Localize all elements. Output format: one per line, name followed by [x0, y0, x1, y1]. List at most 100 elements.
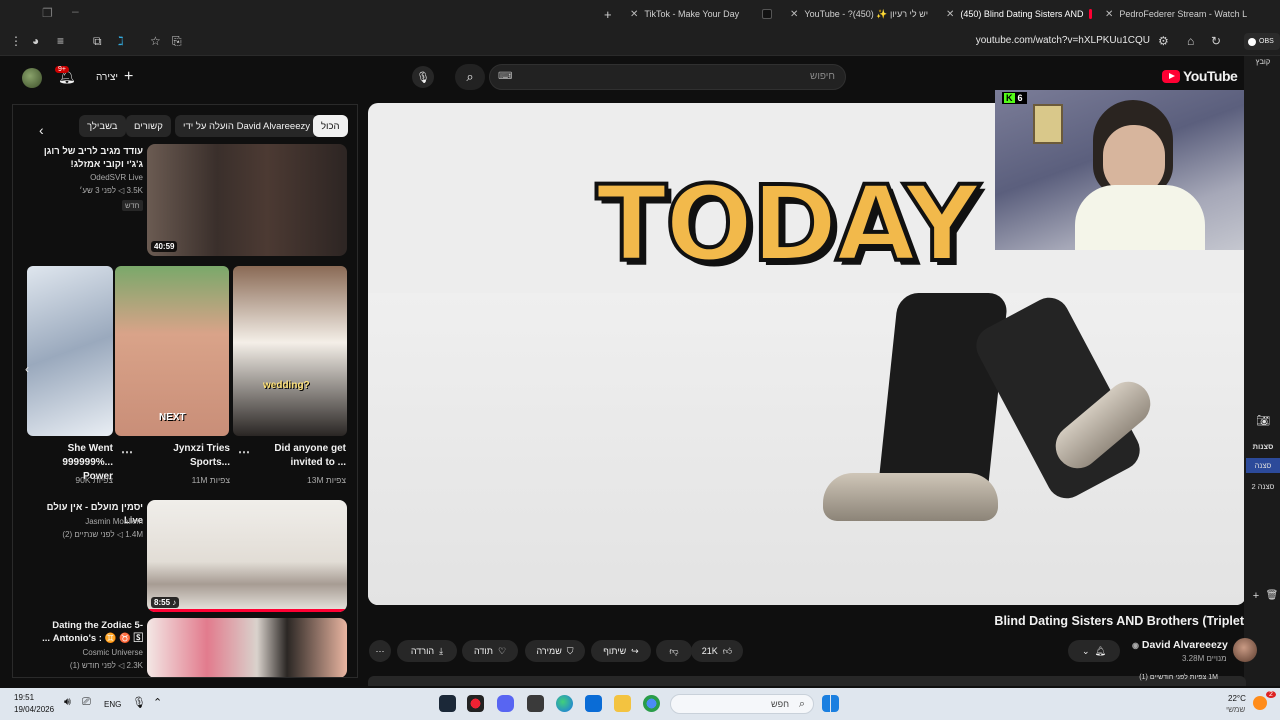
- video-title[interactable]: Dating the Zodiac 5- Antonio's : ♊ ♉ 🅂 .…: [33, 619, 143, 645]
- chrome-icon[interactable]: [643, 695, 660, 712]
- tab-tiktok[interactable]: ✕ TikTok - Make Your Day: [630, 4, 772, 24]
- share-button[interactable]: שיתוף ↪: [591, 640, 651, 662]
- close-tab-icon[interactable]: ✕: [630, 9, 638, 20]
- camera-icon[interactable]: 📷︎: [1246, 414, 1280, 427]
- chip-for-you[interactable]: בשבילך: [79, 115, 126, 137]
- minimize-window-icon[interactable]: –: [72, 4, 79, 18]
- video-thumbnail[interactable]: 40:59: [147, 144, 347, 256]
- channel-avatar[interactable]: [1233, 638, 1257, 662]
- reload-icon[interactable]: ↻: [1211, 34, 1221, 48]
- search-button[interactable]: ⌕: [455, 64, 485, 90]
- obs-tab[interactable]: OBS: [1244, 33, 1280, 50]
- bookmark-star-icon[interactable]: ☆: [150, 34, 161, 48]
- thumbs-down-icon: 👎︎: [669, 645, 679, 656]
- more-actions-button[interactable]: ⋯: [369, 640, 391, 662]
- logo-text: YouTube: [1183, 68, 1238, 84]
- watch-progress-bar: [147, 609, 347, 612]
- weather-desc: שמשי: [1226, 705, 1246, 714]
- extensions-icon[interactable]: ⧉: [93, 34, 102, 49]
- tiktok-favicon-icon: [762, 9, 772, 19]
- translate-icon[interactable]: ℷ: [118, 34, 124, 48]
- thanks-button[interactable]: תודה ♡: [462, 640, 518, 662]
- video-thumbnail[interactable]: 8:55 ♪: [147, 500, 347, 612]
- chip-uploaded-by[interactable]: הועלה על ידי David Alvareeezy: [175, 115, 318, 137]
- menu-dots-icon[interactable]: ⋮: [10, 34, 22, 48]
- clock-date[interactable]: 19/04/2026: [14, 705, 54, 714]
- home-icon[interactable]: ⌂: [1187, 34, 1194, 48]
- chevron-left-icon[interactable]: ‹: [39, 122, 44, 138]
- obs-scenes-header: סצנות: [1252, 442, 1274, 451]
- chip-all[interactable]: הכול: [313, 115, 348, 137]
- site-settings-icon[interactable]: ⚙: [1158, 34, 1169, 48]
- app-icon[interactable]: [527, 695, 544, 712]
- language-indicator[interactable]: ENG: [104, 700, 121, 709]
- search-input[interactable]: חיפוש ⌨: [489, 64, 846, 90]
- new-tab-button[interactable]: +: [604, 4, 612, 24]
- microphone-icon[interactable]: 🎙︎: [412, 66, 434, 88]
- delete-scene-icon[interactable]: 🗑︎: [1264, 590, 1280, 601]
- avatar[interactable]: [22, 68, 42, 88]
- chevron-up-icon[interactable]: ⌃: [153, 696, 162, 709]
- save-button[interactable]: שמירה ⛉: [525, 640, 585, 662]
- tab-youtube-home[interactable]: ✕ YouTube - ?יש לי רעיון ✨ (450): [790, 4, 932, 24]
- discord-icon[interactable]: [497, 695, 514, 712]
- chevron-left-icon[interactable]: ‹: [25, 362, 29, 376]
- store-icon[interactable]: [585, 695, 602, 712]
- youtube-play-icon: [1162, 69, 1180, 83]
- obs-scene-item[interactable]: סצנה 2: [1246, 482, 1280, 491]
- profile-icon[interactable]: ◕: [32, 34, 39, 48]
- more-options-icon[interactable]: ⋯: [121, 445, 133, 459]
- short-title[interactable]: Did anyone get invited to ...: [268, 442, 346, 470]
- short-thumbnail[interactable]: [27, 266, 113, 436]
- share-label: שיתוף: [603, 646, 627, 656]
- file-explorer-icon[interactable]: [614, 695, 631, 712]
- obs-menu-file[interactable]: קובץ: [1246, 57, 1280, 66]
- youtube-logo[interactable]: YouTube: [1162, 68, 1238, 84]
- search-icon: ⌕: [798, 698, 805, 710]
- weather-sun-icon[interactable]: [1253, 696, 1267, 710]
- subscribe-bell-button[interactable]: ⌄ 🔔︎: [1068, 640, 1120, 662]
- screenshot-icon[interactable]: ⎘: [172, 34, 182, 49]
- description-box[interactable]: 1M צפיות לפני חודשיים (1): [368, 674, 1246, 686]
- taskbar-search-input[interactable]: חפש ⌕: [670, 694, 814, 714]
- keyboard-icon[interactable]: ⌨: [498, 71, 512, 82]
- short-title[interactable]: Jynxzi Tries Sports...: [150, 442, 230, 470]
- chevron-down-icon: ⌄: [1082, 645, 1090, 656]
- add-scene-icon[interactable]: +: [1248, 590, 1264, 602]
- video-channel[interactable]: Cosmic Universe: [33, 648, 143, 657]
- tab-blind-dating[interactable]: ✕ (450) Blind Dating Sisters AND: [946, 4, 1092, 24]
- short-thumbnail[interactable]: NEXT: [115, 266, 229, 436]
- close-tab-icon[interactable]: ✕: [1105, 9, 1113, 20]
- volume-icon[interactable]: 🔊︎: [64, 696, 71, 709]
- obs-scene-item[interactable]: סצנה: [1246, 458, 1280, 473]
- more-options-icon[interactable]: ⋯: [238, 445, 250, 459]
- chip-related[interactable]: קשורים: [126, 115, 171, 137]
- sneaker: [823, 473, 998, 521]
- close-tab-icon[interactable]: ✕: [790, 9, 798, 20]
- dislike-button[interactable]: 👎︎: [656, 640, 692, 662]
- video-title[interactable]: עודד מגיב לריב של רוגן ג'ג'י וקובי אמזלג…: [33, 145, 143, 171]
- network-icon[interactable]: ⎚: [82, 696, 91, 709]
- viewer-count: 6: [1017, 93, 1023, 103]
- steam-icon[interactable]: [439, 695, 456, 712]
- weather-temp[interactable]: 22°C: [1228, 694, 1246, 703]
- subscriber-count: 3.28M מנויים: [1182, 654, 1227, 663]
- start-menu-icon[interactable]: [822, 695, 839, 712]
- video-channel[interactable]: Jasmin Moallem: [33, 517, 143, 526]
- microphone-icon[interactable]: 🎙︎: [132, 696, 146, 709]
- video-thumbnail[interactable]: [147, 618, 347, 677]
- tab-pedrofederer[interactable]: ✕ PedroFederer Stream - Watch L: [1105, 4, 1250, 24]
- reading-list-icon[interactable]: ≡: [57, 34, 64, 48]
- video-channel[interactable]: OdedSVR Live: [33, 173, 143, 182]
- close-tab-icon[interactable]: ✕: [946, 9, 954, 20]
- clock-time[interactable]: 19:51: [14, 693, 34, 702]
- like-button[interactable]: 21K 👍︎: [691, 640, 743, 662]
- short-thumbnail[interactable]: wedding?: [233, 266, 347, 436]
- channel-name[interactable]: ◉ David Alvareeezy: [1132, 639, 1228, 651]
- create-button[interactable]: יצירה +: [96, 68, 133, 86]
- restore-window-icon[interactable]: ❐: [42, 6, 53, 20]
- obs-taskbar-icon[interactable]: [467, 695, 484, 712]
- download-button[interactable]: הורדה ⤓: [397, 640, 457, 662]
- url-field[interactable]: youtube.com/watch?v=hXLPKUu1CQU: [976, 35, 1150, 46]
- edge-icon[interactable]: [556, 695, 573, 712]
